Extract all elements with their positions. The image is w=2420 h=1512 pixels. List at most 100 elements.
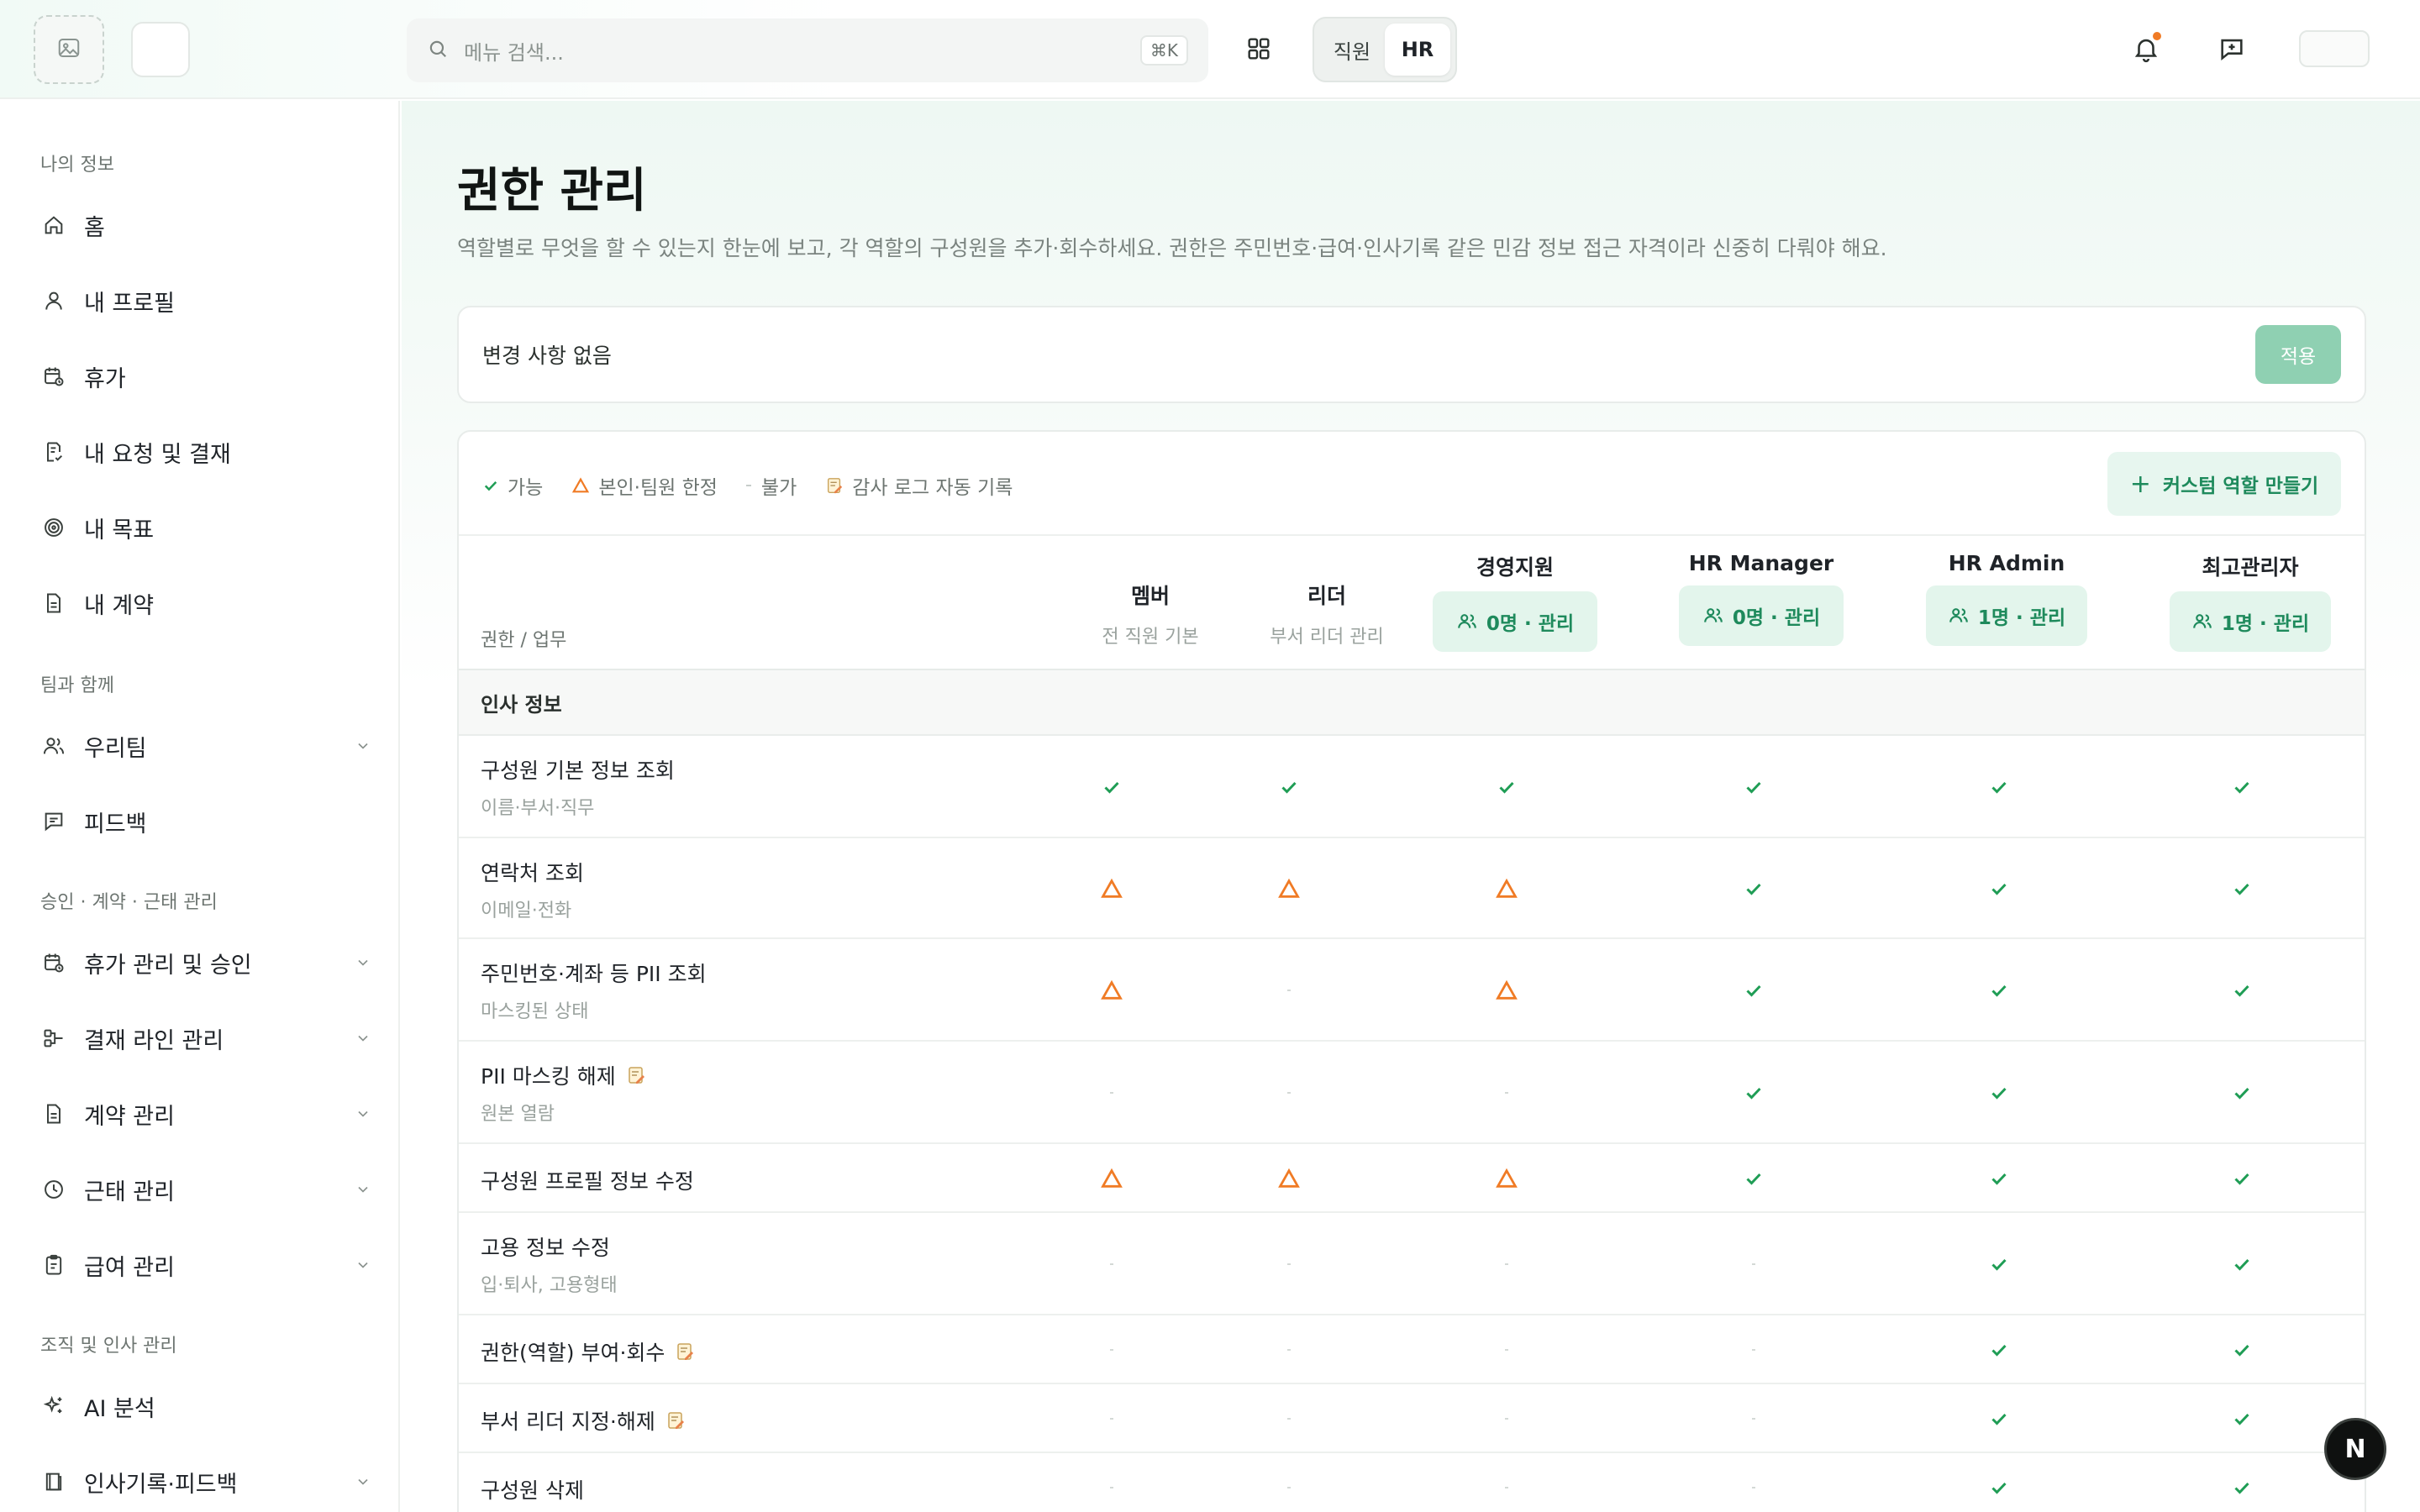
sidebar-item-contract[interactable]: 내 계약 <box>40 578 373 628</box>
warning-triangle-icon[interactable] <box>1095 1162 1128 1195</box>
denied-dash-icon[interactable] <box>1490 1402 1523 1436</box>
check-icon[interactable] <box>1490 770 1523 804</box>
notification-button[interactable] <box>2128 32 2165 69</box>
manage-members-button[interactable]: 0명 · 관리 <box>1679 585 1844 646</box>
permission-title-text: 연락처 조회 <box>481 861 584 885</box>
check-icon[interactable] <box>1737 974 1770 1007</box>
feedback-button[interactable] <box>2213 32 2250 69</box>
denied-dash-icon[interactable] <box>1272 1076 1306 1110</box>
check-icon[interactable] <box>2225 1247 2259 1281</box>
change-status-text: 변경 사항 없음 <box>482 344 612 368</box>
warning-triangle-icon[interactable] <box>1095 974 1128 1007</box>
denied-dash-icon[interactable] <box>1095 1471 1128 1504</box>
denied-dash-icon[interactable] <box>1095 1333 1128 1367</box>
check-icon[interactable] <box>1737 1162 1770 1195</box>
denied-dash-icon[interactable] <box>1737 1402 1770 1436</box>
denied-dash-icon[interactable] <box>1272 1471 1306 1504</box>
apps-grid-button[interactable] <box>1240 32 1277 69</box>
sidebar-item-profile[interactable]: 내 프로필 <box>40 276 373 326</box>
denied-dash-icon[interactable] <box>1737 1471 1770 1504</box>
manage-members-button[interactable]: 1명 · 관리 <box>1926 585 2087 646</box>
warning-triangle-icon[interactable] <box>1490 974 1523 1007</box>
legend-limited: 본인·팀원 한정 <box>571 471 718 500</box>
sidebar-item-attendance[interactable]: 근태 관리 <box>40 1164 373 1215</box>
sidebar-item-leave[interactable]: 휴가 <box>40 351 373 402</box>
sidebar-item-goals[interactable]: 내 목표 <box>40 502 373 553</box>
permission-title: PII 마스킹 해제 <box>481 1060 646 1090</box>
sidebar-item-feedback[interactable]: 피드백 <box>40 796 373 847</box>
check-icon[interactable] <box>1095 770 1128 804</box>
check-icon[interactable] <box>1982 1247 2016 1281</box>
denied-dash-icon[interactable] <box>1490 1333 1523 1367</box>
main-content: 권한 관리 역할별로 무엇을 할 수 있는지 한눈에 보고, 각 역할의 구성원… <box>402 101 2420 1512</box>
warning-triangle-icon[interactable] <box>1490 1162 1523 1195</box>
check-icon[interactable] <box>1982 872 2016 906</box>
denied-dash-icon[interactable] <box>1095 1402 1128 1436</box>
menu-search[interactable]: 메뉴 검색... ⌘K <box>407 18 1208 82</box>
check-icon[interactable] <box>2225 974 2259 1007</box>
legend-denied-label: 불가 <box>760 477 797 499</box>
check-icon[interactable] <box>2225 1402 2259 1436</box>
sidebar-item-my-team[interactable]: 우리팀 <box>40 721 373 771</box>
check-icon[interactable] <box>2225 1076 2259 1110</box>
denied-dash-icon[interactable] <box>1095 1247 1128 1281</box>
denied-dash-icon[interactable] <box>1272 1333 1306 1367</box>
check-icon[interactable] <box>2225 1162 2259 1195</box>
sidebar-group-label: 팀과 함께 <box>40 675 114 696</box>
warning-triangle-icon[interactable] <box>1272 1162 1306 1195</box>
denied-dash-icon[interactable] <box>1095 1076 1128 1110</box>
check-icon[interactable] <box>1982 1162 2016 1195</box>
user-menu[interactable] <box>2299 30 2370 67</box>
denied-dash-icon[interactable] <box>1272 1402 1306 1436</box>
sidebar-item-approval-line[interactable]: 결재 라인 관리 <box>40 1013 373 1063</box>
permission-title-text: 구성원 기본 정보 조회 <box>481 759 675 783</box>
check-icon[interactable] <box>1737 1076 1770 1110</box>
chevron-down-icon <box>353 1255 373 1275</box>
sidebar-item-payroll[interactable]: 급여 관리 <box>40 1240 373 1290</box>
page-title: 권한 관리 <box>457 164 647 218</box>
workspace-switcher[interactable] <box>131 22 190 77</box>
permission-title: 부서 리더 지정·해제 <box>481 1405 686 1436</box>
denied-dash-icon[interactable] <box>1490 1247 1523 1281</box>
manage-members-button[interactable]: 1명 · 관리 <box>2170 591 2331 652</box>
sidebar-item-leave-management[interactable]: 휴가 관리 및 승인 <box>40 937 373 988</box>
check-icon[interactable] <box>2225 770 2259 804</box>
permission-title: 주민번호·계좌 등 PII 조회 <box>481 958 707 988</box>
mode-hr[interactable]: HR <box>1385 24 1450 76</box>
denied-dash-icon[interactable] <box>1490 1471 1523 1504</box>
denied-dash-icon[interactable] <box>1490 1076 1523 1110</box>
role-header-hr-admin: HR Admin 1명 · 관리 <box>1914 551 2099 646</box>
check-icon[interactable] <box>1982 974 2016 1007</box>
denied-dash-icon[interactable] <box>1737 1247 1770 1281</box>
check-icon[interactable] <box>1982 1076 2016 1110</box>
warning-triangle-icon[interactable] <box>1095 872 1128 906</box>
check-icon[interactable] <box>1737 872 1770 906</box>
check-icon[interactable] <box>1272 770 1306 804</box>
check-icon[interactable] <box>1737 770 1770 804</box>
create-custom-role-button[interactable]: + 커스텀 역할 만들기 <box>2107 452 2341 516</box>
apply-button[interactable]: 적용 <box>2255 325 2341 384</box>
sidebar-item-home[interactable]: 홈 <box>40 200 373 250</box>
check-icon[interactable] <box>2225 872 2259 906</box>
mode-employee[interactable]: 직원 <box>1319 24 1385 76</box>
check-icon[interactable] <box>2225 1471 2259 1504</box>
check-icon[interactable] <box>1982 1471 2016 1504</box>
check-icon[interactable] <box>1982 1333 2016 1367</box>
denied-dash-icon[interactable] <box>1272 974 1306 1007</box>
warning-triangle-icon[interactable] <box>1490 872 1523 906</box>
check-icon[interactable] <box>1982 1402 2016 1436</box>
check-icon[interactable] <box>2225 1333 2259 1367</box>
sidebar-item-contract-management[interactable]: 계약 관리 <box>40 1089 373 1139</box>
denied-dash-icon[interactable] <box>1272 1247 1306 1281</box>
role-header-management-support: 경영지원 0명 · 관리 <box>1423 551 1607 652</box>
sidebar-item-label: 휴가 <box>84 365 126 392</box>
check-icon[interactable] <box>1982 770 2016 804</box>
denied-dash-icon[interactable] <box>1737 1333 1770 1367</box>
sidebar-item-requests[interactable]: 내 요청 및 결재 <box>40 427 373 477</box>
logo-placeholder[interactable] <box>34 15 104 84</box>
warning-triangle-icon[interactable] <box>1272 872 1306 906</box>
sidebar-item-hr-records[interactable]: 인사기록·피드백 <box>40 1457 373 1507</box>
manage-members-button[interactable]: 0명 · 관리 <box>1433 591 1597 652</box>
sidebar-item-ai-analysis[interactable]: AI 분석 <box>40 1381 373 1431</box>
assistant-button[interactable]: N <box>2324 1418 2386 1480</box>
